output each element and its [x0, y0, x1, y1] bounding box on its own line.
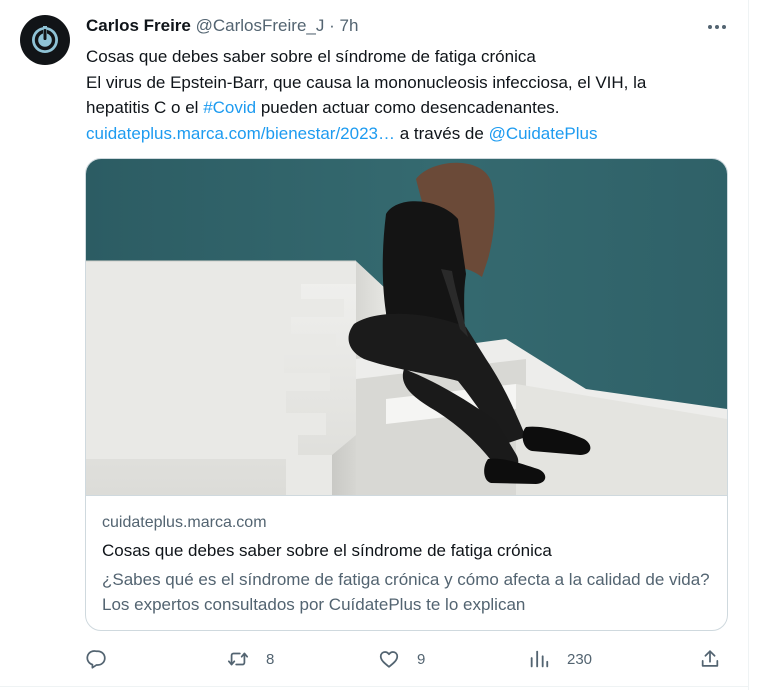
card-title: Cosas que debes saber sobre el síndrome … [102, 541, 552, 560]
tweet-line-triggers: hepatitis C o el #Covid pueden actuar co… [86, 95, 736, 121]
more-button[interactable] [701, 14, 733, 40]
tweet-line-links: cuidateplus.marca.com/bienestar/2023… a … [86, 121, 736, 147]
retweet-button[interactable]: 8 [227, 644, 274, 674]
heart-icon [379, 651, 399, 668]
tweet-divider [0, 686, 748, 687]
hashtag-link[interactable]: #Covid [203, 98, 256, 117]
avatar[interactable] [20, 15, 70, 65]
mention-link[interactable]: @CuidatePlus [489, 124, 598, 143]
link-preview-card[interactable]: cuidateplus.marca.com Cosas que debes sa… [85, 158, 728, 631]
separator-dot: · [329, 16, 335, 35]
power-icon [32, 26, 58, 53]
more-dots-icon [708, 25, 726, 29]
like-button[interactable]: 9 [378, 644, 425, 674]
views-button[interactable]: 230 [528, 644, 592, 674]
views-count: 230 [567, 650, 593, 668]
views-chart-icon [530, 650, 549, 668]
tweet-header: Carlos Freire @CarlosFreire_J · 7h [86, 16, 742, 38]
like-count: 9 [417, 650, 426, 668]
tweet-timestamp[interactable]: 7h [340, 16, 359, 35]
via-text: a través de [395, 123, 489, 143]
retweet-icon [227, 652, 249, 666]
tweet-line-body: El virus de Epstein-Barr, que causa la m… [86, 72, 647, 92]
share-icon [701, 650, 719, 667]
reply-icon [86, 650, 106, 669]
card-image[interactable] [86, 159, 727, 496]
card-description: ¿Sabes qué es el síndrome de fatiga crón… [102, 570, 710, 614]
article-url-link[interactable]: cuidateplus.marca.com/bienestar/2023… [86, 124, 395, 143]
author-handle[interactable]: @CarlosFreire_J [196, 16, 325, 35]
tweet-text: Cosas que debes saber sobre el síndrome … [86, 44, 736, 146]
share-button[interactable] [699, 644, 721, 674]
tweet-line-title: Cosas que debes saber sobre el síndrome … [86, 47, 536, 66]
retweet-count: 8 [266, 650, 275, 668]
tweet-text-fragment: hepatitis C o el [86, 98, 204, 117]
tweet-actions: 8 9 230 [0, 644, 748, 676]
card-domain: cuidateplus.marca.com [102, 514, 267, 531]
tweet-text-fragment: pueden actuar como desencadenantes. [256, 98, 560, 117]
column-divider [748, 0, 749, 690]
reply-button[interactable] [86, 644, 125, 674]
author-name[interactable]: Carlos Freire [86, 16, 191, 35]
